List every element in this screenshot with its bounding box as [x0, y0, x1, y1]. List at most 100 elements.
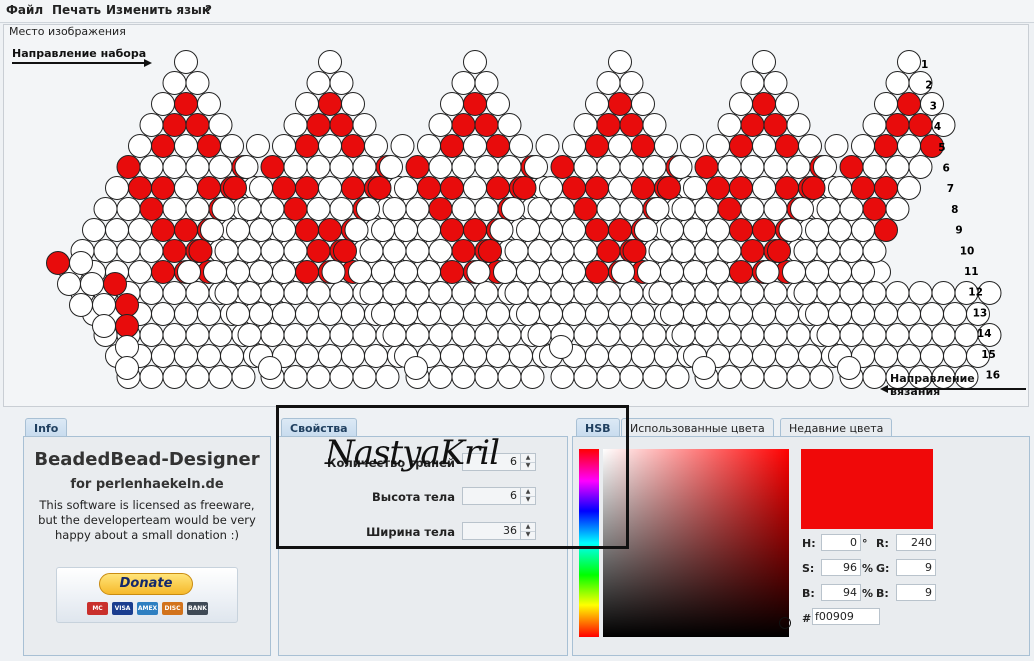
- bead[interactable]: [260, 281, 285, 305]
- bead[interactable]: [763, 71, 788, 95]
- bead[interactable]: [642, 155, 667, 179]
- bead[interactable]: [608, 92, 632, 116]
- bead[interactable]: [295, 218, 319, 242]
- bead[interactable]: [451, 365, 476, 389]
- bead[interactable]: [394, 218, 418, 242]
- bead[interactable]: [862, 197, 887, 221]
- bead[interactable]: [318, 302, 342, 326]
- bead[interactable]: [249, 176, 273, 200]
- bead[interactable]: [671, 197, 696, 221]
- bead[interactable]: [535, 134, 560, 158]
- bead[interactable]: [824, 134, 849, 158]
- bead[interactable]: [359, 239, 384, 263]
- bead[interactable]: [223, 176, 247, 200]
- bead[interactable]: [740, 113, 765, 137]
- bead[interactable]: [527, 281, 552, 305]
- bead[interactable]: [185, 323, 210, 347]
- bead[interactable]: [497, 365, 522, 389]
- bead[interactable]: [706, 218, 730, 242]
- bead[interactable]: [763, 155, 788, 179]
- bead[interactable]: [231, 365, 256, 389]
- bead[interactable]: [329, 155, 354, 179]
- bead[interactable]: [798, 134, 822, 158]
- bead[interactable]: [359, 281, 384, 305]
- bead[interactable]: [214, 239, 239, 263]
- bead[interactable]: [740, 71, 765, 95]
- bead[interactable]: [162, 155, 187, 179]
- bead[interactable]: [573, 281, 598, 305]
- bead[interactable]: [608, 50, 632, 74]
- bead[interactable]: [451, 197, 476, 221]
- bead[interactable]: [463, 218, 487, 242]
- bead[interactable]: [839, 323, 864, 347]
- bead[interactable]: [478, 239, 502, 263]
- bead[interactable]: [706, 176, 730, 200]
- bead[interactable]: [648, 281, 673, 305]
- bead[interactable]: [237, 323, 262, 347]
- bead[interactable]: [648, 239, 673, 263]
- bead[interactable]: [657, 176, 681, 200]
- bead[interactable]: [474, 155, 499, 179]
- bead[interactable]: [874, 218, 898, 242]
- bead[interactable]: [329, 71, 354, 95]
- bead[interactable]: [908, 155, 933, 179]
- bead[interactable]: [608, 302, 632, 326]
- bead[interactable]: [208, 323, 233, 347]
- bead[interactable]: [694, 281, 719, 305]
- bead[interactable]: [272, 176, 296, 200]
- bead[interactable]: [497, 155, 522, 179]
- bead[interactable]: [874, 134, 898, 158]
- bead[interactable]: [318, 218, 342, 242]
- bead[interactable]: [527, 323, 552, 347]
- bead[interactable]: [897, 92, 921, 116]
- bead[interactable]: [237, 281, 262, 305]
- bead[interactable]: [786, 113, 811, 137]
- bead[interactable]: [862, 155, 887, 179]
- bead[interactable]: [115, 335, 139, 359]
- bead[interactable]: [318, 50, 342, 74]
- bead[interactable]: [573, 113, 598, 137]
- bead[interactable]: [611, 260, 635, 284]
- bead[interactable]: [306, 113, 331, 137]
- bead[interactable]: [306, 323, 331, 347]
- r-field[interactable]: 240: [896, 534, 936, 551]
- bead[interactable]: [57, 272, 81, 296]
- bead[interactable]: [493, 260, 517, 284]
- bead[interactable]: [622, 239, 647, 263]
- bead[interactable]: [382, 323, 407, 347]
- tab-used-colors[interactable]: Использованные цвета: [621, 418, 774, 437]
- bead[interactable]: [813, 155, 837, 179]
- bead[interactable]: [390, 134, 415, 158]
- bead[interactable]: [619, 323, 644, 347]
- bead[interactable]: [375, 365, 400, 389]
- bead[interactable]: [729, 134, 753, 158]
- bead[interactable]: [116, 155, 141, 179]
- bead[interactable]: [851, 176, 875, 200]
- bead[interactable]: [306, 197, 331, 221]
- bead[interactable]: [283, 155, 308, 179]
- bead[interactable]: [185, 155, 210, 179]
- bead[interactable]: [428, 155, 453, 179]
- bead[interactable]: [249, 260, 273, 284]
- bead[interactable]: [562, 176, 586, 200]
- bead[interactable]: [352, 365, 377, 389]
- bead[interactable]: [405, 281, 430, 305]
- bead[interactable]: [665, 365, 690, 389]
- bead[interactable]: [550, 197, 575, 221]
- bead[interactable]: [151, 176, 175, 200]
- bead[interactable]: [839, 239, 864, 263]
- bead[interactable]: [341, 92, 365, 116]
- bead[interactable]: [897, 302, 921, 326]
- bead[interactable]: [524, 155, 548, 179]
- bead[interactable]: [93, 197, 118, 221]
- bead[interactable]: [680, 134, 704, 158]
- bead[interactable]: [329, 281, 354, 305]
- bead[interactable]: [851, 134, 875, 158]
- bead[interactable]: [371, 260, 395, 284]
- bead[interactable]: [539, 302, 563, 326]
- bead[interactable]: [862, 113, 887, 137]
- bead[interactable]: [295, 176, 319, 200]
- bead[interactable]: [128, 134, 152, 158]
- bead[interactable]: [428, 323, 453, 347]
- bead[interactable]: [185, 113, 210, 137]
